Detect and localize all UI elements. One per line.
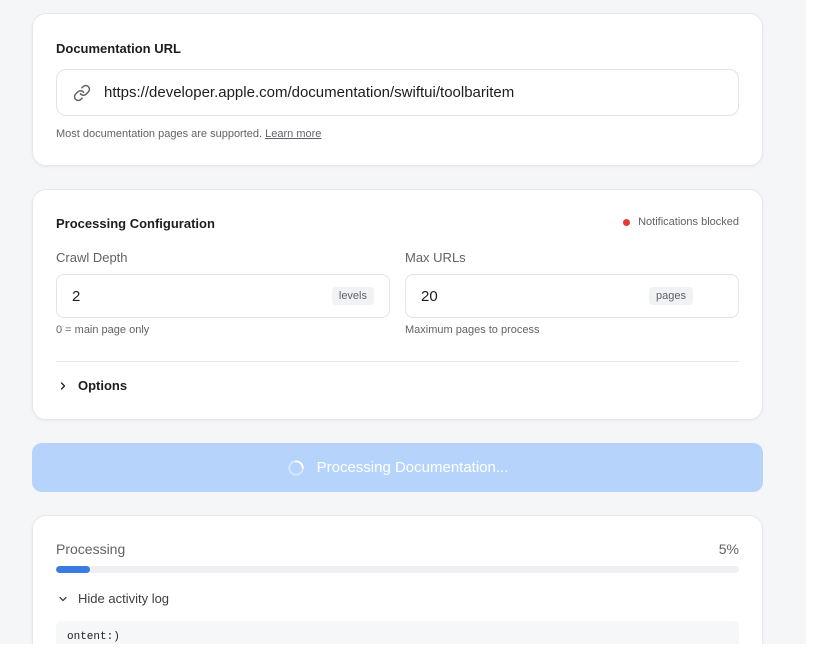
documentation-url-card: Documentation URL Most documentation pag… (32, 13, 763, 166)
url-hint-text: Most documentation pages are supported. (56, 128, 263, 140)
log-line: ontent:) (67, 631, 120, 643)
url-hint: Most documentation pages are supported. … (56, 128, 321, 140)
link-icon (72, 83, 92, 103)
progress-bar (56, 566, 739, 573)
url-field[interactable] (56, 69, 739, 116)
process-documentation-button[interactable]: Processing Documentation... (32, 443, 763, 492)
max-urls-unit: pages (649, 287, 693, 305)
crawl-depth-unit: levels (331, 287, 374, 305)
progress-card: Processing 5% Hide activity log ontent:) (32, 515, 763, 652)
progress-label: Processing (56, 541, 126, 557)
processing-configuration-card: Processing Configuration Notifications b… (32, 189, 763, 420)
right-edge (806, 0, 820, 652)
max-urls-field[interactable]: pages (405, 274, 739, 318)
progress-bar-fill (56, 566, 91, 573)
activity-log-toggle-label: Hide activity log (78, 591, 170, 606)
activity-log-toggle[interactable]: Hide activity log (56, 591, 169, 606)
progress-percent: 5% (718, 541, 739, 557)
crawl-depth-hint: 0 = main page only (56, 324, 150, 336)
notifications-status: Notifications blocked (623, 216, 739, 228)
documentation-url-title: Documentation URL (56, 41, 181, 56)
process-button-label: Processing Documentation... (316, 459, 509, 476)
config-divider (56, 361, 739, 362)
options-toggle[interactable]: Options (56, 378, 127, 393)
learn-more-link[interactable]: Learn more (265, 128, 321, 140)
max-urls-input[interactable] (421, 287, 571, 305)
options-label: Options (78, 378, 128, 393)
notifications-status-text: Notifications blocked (638, 216, 739, 228)
crawl-depth-label: Crawl Depth (56, 250, 128, 265)
chevron-down-icon (56, 592, 70, 606)
chevron-right-icon (56, 379, 70, 393)
spinner-icon (287, 459, 304, 476)
url-input[interactable] (104, 84, 704, 101)
max-urls-label: Max URLs (405, 250, 466, 265)
bottom-edge (0, 644, 820, 652)
crawl-depth-input[interactable] (72, 287, 222, 305)
max-urls-hint: Maximum pages to process (405, 324, 540, 336)
crawl-depth-field[interactable]: levels (56, 274, 390, 318)
processing-configuration-title: Processing Configuration (56, 216, 215, 231)
status-dot-icon (623, 218, 631, 226)
